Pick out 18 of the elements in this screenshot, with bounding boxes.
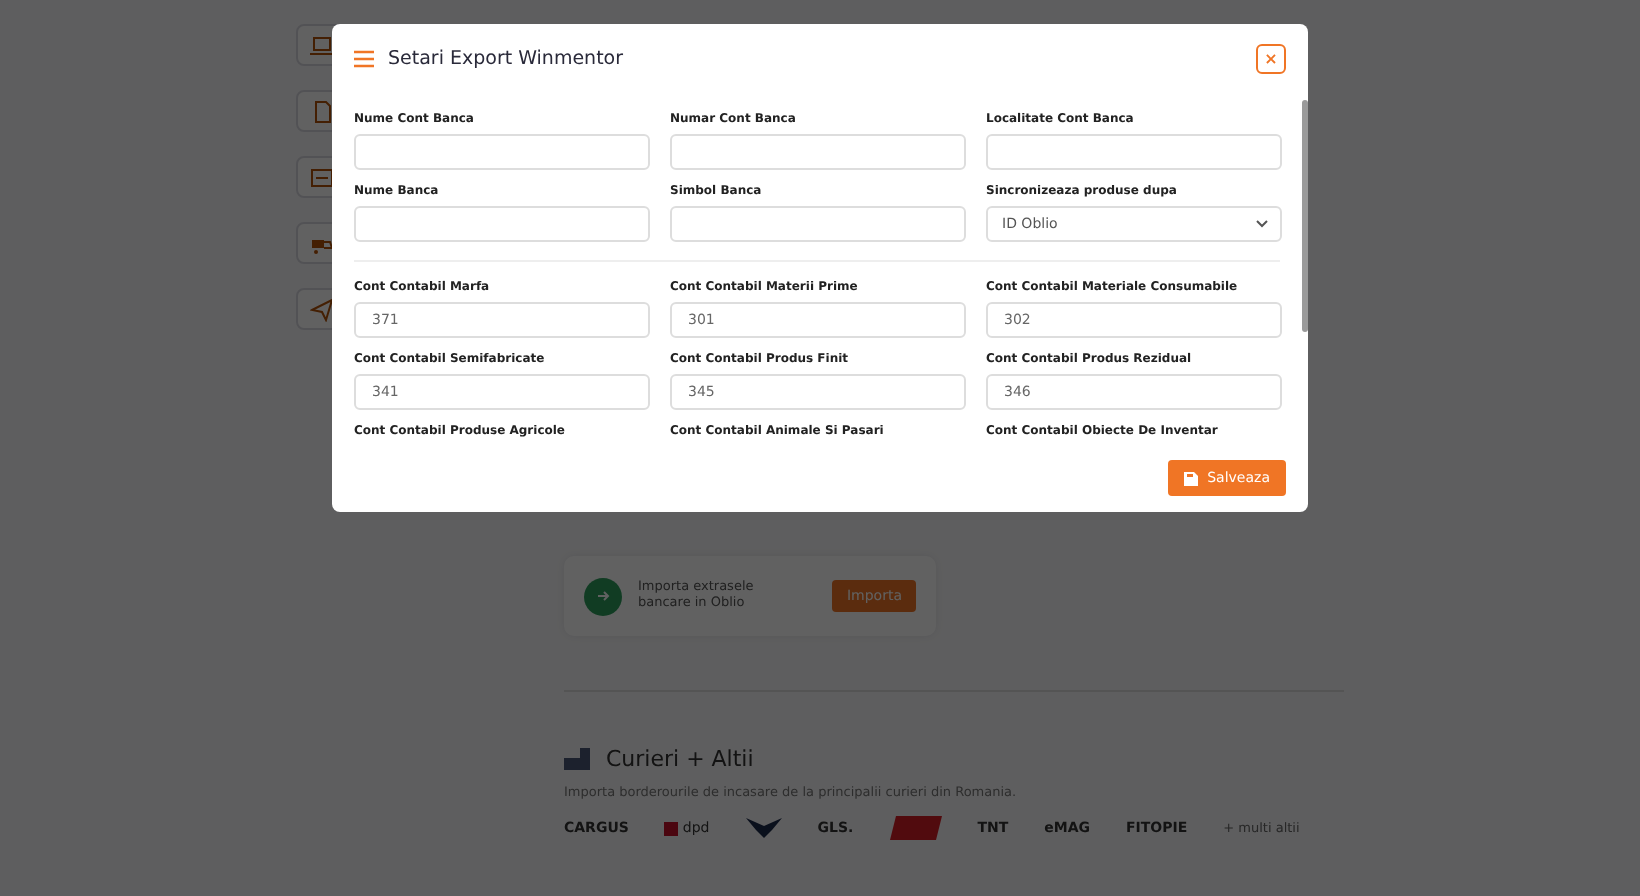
stamp-logo-icon	[889, 816, 942, 840]
text-field[interactable]	[354, 206, 650, 242]
laptop-icon	[310, 33, 334, 57]
text-field[interactable]	[670, 134, 966, 170]
import-icon	[584, 577, 622, 615]
chevron-down-icon	[1256, 220, 1268, 228]
bird-logo-icon	[745, 818, 782, 838]
invoice-icon	[310, 165, 334, 189]
text-field[interactable]	[670, 206, 966, 242]
send-icon	[310, 297, 334, 321]
text-field[interactable]	[986, 134, 1282, 170]
document-icon	[310, 99, 334, 123]
close-button[interactable]: ×	[1256, 43, 1286, 73]
sliders-icon	[354, 49, 374, 67]
section-title: Curieri + Altii	[606, 746, 754, 772]
scrollbar[interactable]	[1302, 100, 1308, 332]
text-field[interactable]	[354, 134, 650, 170]
dialog-title: Setari Export Winmentor	[388, 47, 624, 69]
